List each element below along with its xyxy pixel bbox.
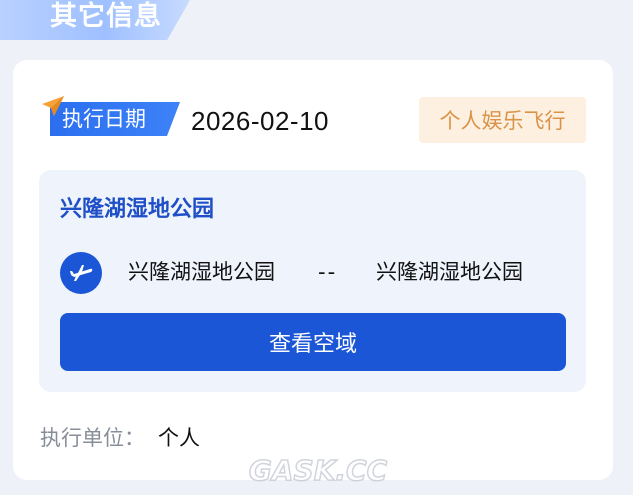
- location-name: 兴隆湖湿地公园: [60, 197, 215, 222]
- execution-date-badge: 执行日期: [42, 96, 180, 138]
- route-separator: --: [318, 260, 338, 284]
- route-start: 兴隆湖湿地公园: [128, 260, 275, 284]
- execution-unit-value: 个人: [158, 426, 200, 450]
- section-title: 其它信息: [50, 1, 162, 32]
- execution-unit-label: 执行单位：: [40, 426, 145, 450]
- watermark-logo: GASK.CC: [248, 453, 388, 488]
- execution-date-value: 2026-02-10: [191, 106, 329, 136]
- page: 其它信息 执行日期 2026-02-10 个人娱乐飞行 兴隆湖湿地公园 兴隆湖湿…: [0, 0, 633, 495]
- route-end: 兴隆湖湿地公园: [376, 260, 523, 284]
- svg-text:GASK.CC: GASK.CC: [249, 454, 388, 487]
- view-airspace-button[interactable]: 查看空域: [60, 313, 566, 371]
- airplane-icon: [60, 252, 102, 294]
- execution-date-label: 执行日期: [62, 107, 146, 131]
- flight-type-badge: 个人娱乐飞行: [419, 97, 586, 143]
